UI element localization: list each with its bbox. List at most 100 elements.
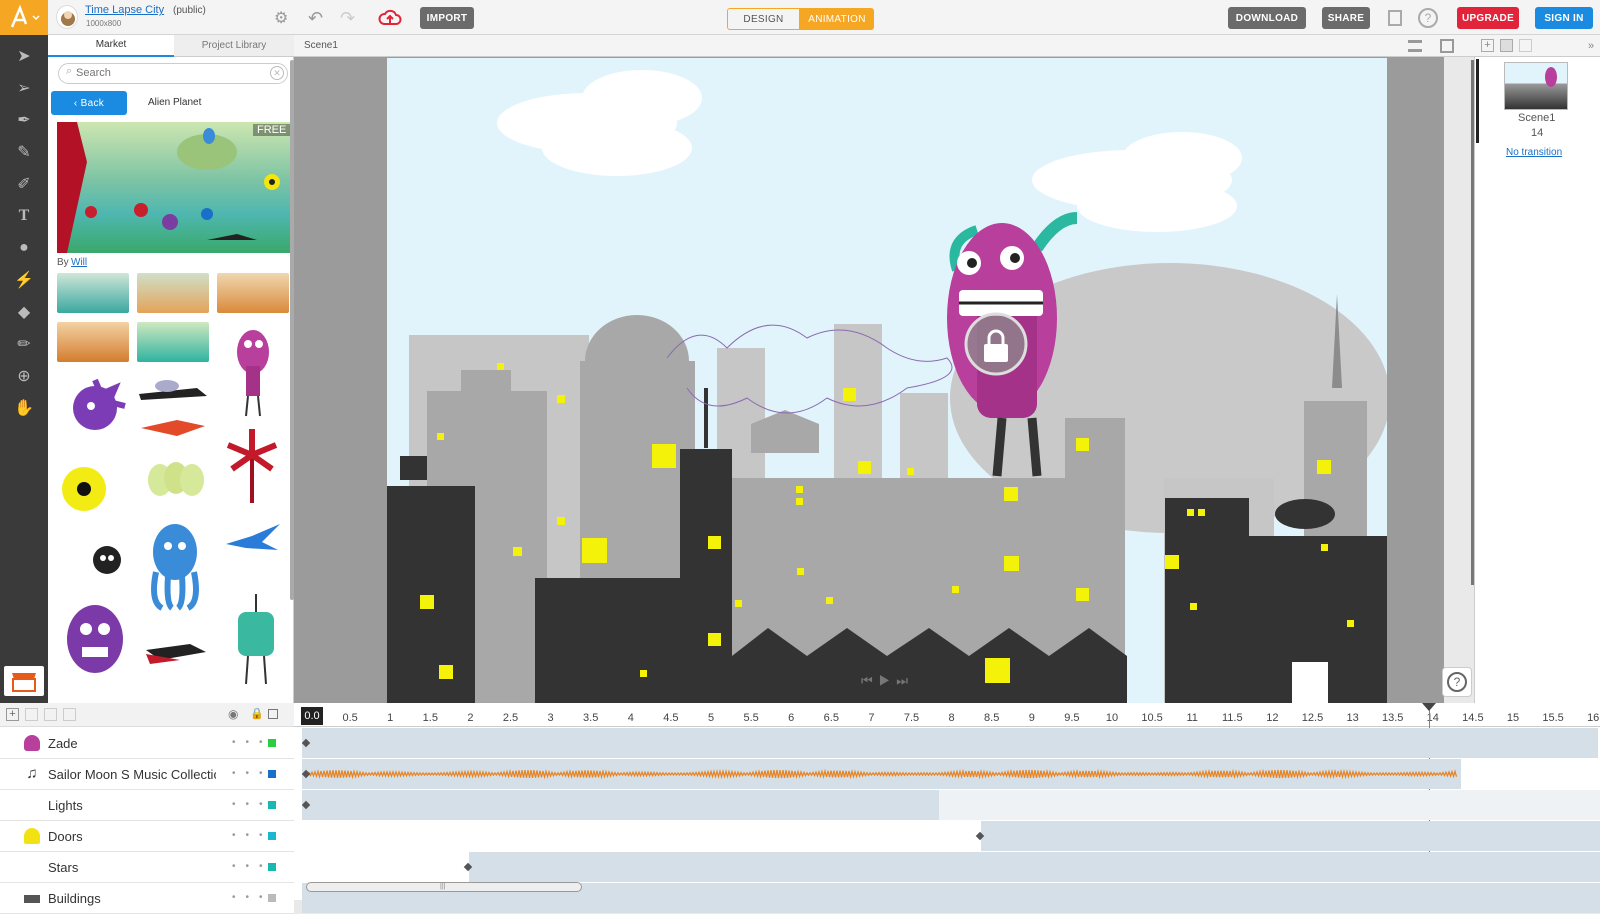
- stage-header: [294, 35, 1474, 57]
- eye-icon[interactable]: ◉: [228, 707, 238, 721]
- layer-color-swatch[interactable]: [268, 801, 276, 809]
- red-black-creature-asset[interactable]: [140, 630, 210, 670]
- purple-monster-asset[interactable]: [60, 595, 130, 685]
- layer-track[interactable]: [981, 821, 1600, 851]
- layer-track[interactable]: [302, 821, 963, 851]
- asset-thumbnail[interactable]: [57, 273, 129, 313]
- clear-search-icon[interactable]: ✕: [270, 66, 284, 80]
- canvas[interactable]: [387, 58, 1387, 703]
- blue-octopus-asset[interactable]: [140, 522, 210, 612]
- layer-color-swatch[interactable]: [268, 770, 276, 778]
- featured-asset-pack[interactable]: [57, 122, 290, 253]
- layer-track[interactable]: [302, 852, 469, 882]
- search-input[interactable]: [76, 65, 266, 81]
- redo-icon[interactable]: ↷: [340, 8, 355, 29]
- effects-icon[interactable]: ⚡: [12, 268, 36, 292]
- arrange-icon[interactable]: [1440, 39, 1454, 53]
- asset-thumbnail[interactable]: [217, 273, 289, 313]
- green-balloon-asset[interactable]: [140, 462, 210, 512]
- delete-layer-icon[interactable]: [44, 708, 57, 721]
- layer-track[interactable]: [939, 790, 1600, 820]
- duplicate-scene-icon[interactable]: [1500, 39, 1513, 52]
- teal-monster-asset[interactable]: [228, 590, 284, 686]
- pink-monster-asset[interactable]: [228, 322, 278, 418]
- delete-scene-icon[interactable]: [1519, 39, 1532, 52]
- share-button[interactable]: SHARE: [1322, 7, 1370, 29]
- group-layer-icon[interactable]: [63, 708, 76, 721]
- layer-visibility-dots[interactable]: •••: [232, 892, 273, 903]
- layer-track[interactable]: [302, 790, 939, 820]
- upgrade-button[interactable]: UPGRADE: [1457, 7, 1519, 29]
- outline-toggle-icon[interactable]: [268, 709, 278, 719]
- time-tick: 3: [547, 712, 554, 724]
- layer-visibility-dots[interactable]: •••: [232, 830, 273, 841]
- lock-icon[interactable]: 🔒: [250, 707, 264, 720]
- current-time[interactable]: 0.0: [301, 707, 323, 725]
- add-layer-icon[interactable]: +: [6, 708, 19, 721]
- brush-icon[interactable]: ✐: [12, 172, 36, 196]
- asset-thumbnail[interactable]: [137, 322, 209, 362]
- pencil-icon[interactable]: ✎: [12, 140, 36, 164]
- undo-icon[interactable]: ↶: [308, 8, 323, 29]
- layer-color-swatch[interactable]: [268, 863, 276, 871]
- layer-name: Zade: [48, 735, 78, 751]
- help-icon[interactable]: ?: [1418, 8, 1438, 28]
- sign-in-button[interactable]: SIGN IN: [1535, 7, 1593, 29]
- yellow-eyeball-asset[interactable]: [60, 465, 108, 515]
- ellipse-tool-icon[interactable]: ●: [12, 236, 36, 260]
- direct-select-icon[interactable]: ➢: [12, 76, 36, 100]
- market-store-icon[interactable]: [4, 666, 44, 696]
- visibility-label: (public): [173, 5, 206, 16]
- eyedropper-icon[interactable]: ✏: [12, 332, 36, 356]
- author-link[interactable]: Will: [71, 257, 87, 268]
- back-button[interactable]: ‹ Back: [51, 91, 127, 115]
- design-mode-tab[interactable]: DESIGN: [727, 8, 800, 30]
- layer-color-swatch[interactable]: [268, 739, 276, 747]
- by-label: By: [57, 257, 69, 268]
- end-marker-handle[interactable]: [1422, 703, 1436, 711]
- tab-project-library[interactable]: Project Library: [174, 35, 294, 57]
- pen-tool-icon[interactable]: ✒: [12, 108, 36, 132]
- playback-controls[interactable]: ⏮▶⏭: [861, 673, 914, 689]
- red-palm-tree-asset[interactable]: [222, 425, 282, 505]
- blue-bird-asset[interactable]: [222, 520, 284, 560]
- fill-bucket-icon[interactable]: ◆: [12, 300, 36, 324]
- gear-icon[interactable]: ⚙: [274, 8, 288, 28]
- animation-mode-tab[interactable]: ANIMATION: [800, 8, 874, 30]
- import-button[interactable]: IMPORT: [420, 7, 474, 29]
- layer-visibility-dots[interactable]: •••: [232, 799, 273, 810]
- spaceship-asset[interactable]: [137, 372, 209, 402]
- asset-thumbnail[interactable]: [137, 273, 209, 313]
- download-button[interactable]: DOWNLOAD: [1228, 7, 1306, 29]
- tab-market[interactable]: Market: [48, 35, 174, 57]
- app-logo[interactable]: [0, 0, 48, 35]
- align-icon[interactable]: [1408, 40, 1422, 52]
- layer-color-swatch[interactable]: [268, 894, 276, 902]
- purple-spiky-alien-asset[interactable]: [57, 370, 129, 452]
- time-tick: 9.5: [1064, 712, 1080, 724]
- scene-thumbnail[interactable]: [1504, 62, 1568, 110]
- collapse-panel-icon[interactable]: »: [1588, 40, 1594, 52]
- red-hovercraft-asset[interactable]: [137, 410, 209, 440]
- stage-help-button[interactable]: ?: [1442, 667, 1472, 697]
- layer-track[interactable]: [302, 728, 1598, 758]
- layer-visibility-dots[interactable]: •••: [232, 768, 273, 779]
- select-arrow-icon[interactable]: ➤: [12, 44, 36, 68]
- hand-pan-icon[interactable]: ✋: [12, 396, 36, 420]
- time-ruler[interactable]: [294, 703, 1600, 727]
- layer-color-swatch[interactable]: [268, 832, 276, 840]
- layer-visibility-dots[interactable]: •••: [232, 861, 273, 872]
- breadcrumb[interactable]: Scene1: [304, 40, 338, 51]
- project-title-link[interactable]: Time Lapse City: [85, 4, 164, 16]
- zoom-icon[interactable]: ⊕: [12, 364, 36, 388]
- black-fuzz-asset[interactable]: [87, 540, 127, 580]
- upload-cloud-icon[interactable]: [378, 8, 402, 31]
- add-scene-icon[interactable]: +: [1481, 39, 1494, 52]
- text-tool-icon[interactable]: T: [12, 204, 36, 228]
- layer-track[interactable]: [469, 852, 1600, 882]
- duplicate-layer-icon[interactable]: [25, 708, 38, 721]
- asset-thumbnail[interactable]: [57, 322, 129, 362]
- layer-visibility-dots[interactable]: •••: [232, 737, 273, 748]
- layout-toggle-icon[interactable]: [1388, 10, 1402, 26]
- transition-link[interactable]: No transition: [1506, 147, 1562, 158]
